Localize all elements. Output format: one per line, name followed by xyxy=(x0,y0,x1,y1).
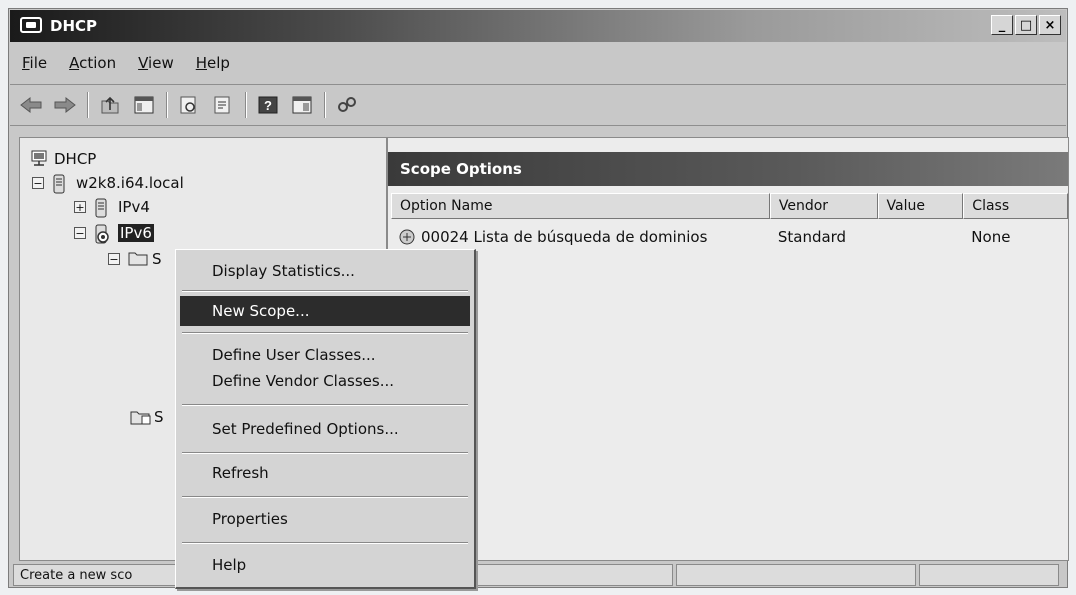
menu-help[interactable]: Help xyxy=(196,54,230,72)
cell-option-name: 00024 Lista de búsqueda de dominios xyxy=(391,228,770,246)
menu-item-new-scope[interactable]: New Scope... xyxy=(180,296,470,326)
close-button[interactable]: × xyxy=(1039,15,1061,35)
toolbar-separator xyxy=(324,92,326,118)
window-controls: _ □ × xyxy=(991,15,1061,35)
status-segment-2 xyxy=(676,564,916,586)
toolbar-separator xyxy=(87,92,89,118)
column-header-class[interactable]: Class xyxy=(963,193,1068,219)
minimize-button[interactable]: _ xyxy=(991,15,1013,35)
back-arrow-icon[interactable] xyxy=(18,92,44,118)
console-tree-icon[interactable] xyxy=(131,92,157,118)
connect-server-icon[interactable] xyxy=(334,92,360,118)
dhcp-root-icon xyxy=(30,150,48,168)
list-header: Option Name Vendor Value Class xyxy=(391,193,1068,219)
pane-header: Scope Options xyxy=(388,152,1068,186)
collapse-icon[interactable]: − xyxy=(108,253,120,265)
cell-vendor: Standard xyxy=(777,228,847,246)
toolbar-separator xyxy=(245,92,247,118)
menu-separator xyxy=(182,542,468,544)
menu-item-help[interactable]: Help xyxy=(180,550,470,580)
ipv4-server-icon xyxy=(94,198,112,218)
option-icon xyxy=(397,228,417,246)
status-segment-3 xyxy=(919,564,1059,586)
menu-separator xyxy=(182,496,468,498)
action-pane-icon[interactable] xyxy=(289,92,315,118)
menu-file[interactable]: File xyxy=(22,54,47,72)
dhcp-app-icon xyxy=(20,17,42,33)
menu-item-display-statistics[interactable]: Display Statistics... xyxy=(180,256,470,286)
window-title: DHCP xyxy=(50,17,98,35)
menu-separator xyxy=(182,452,468,454)
table-row[interactable]: 00024 Lista de búsqueda de dominios Stan… xyxy=(391,224,1068,250)
menu-bar: File Action View Help xyxy=(10,42,1066,85)
details-pane: Scope Options Option Name Vendor Value C… xyxy=(387,137,1069,561)
tree-label-partial: S xyxy=(154,408,164,426)
column-header-vendor[interactable]: Vendor xyxy=(769,193,878,219)
tree-label: DHCP xyxy=(54,150,97,168)
menu-item-properties[interactable]: Properties xyxy=(180,504,470,534)
menu-view[interactable]: View xyxy=(138,54,174,72)
menu-item-define-vendor-classes[interactable]: Define Vendor Classes... xyxy=(180,366,470,396)
dhcp-window: DHCP _ □ × File Action View Help ? DHCP … xyxy=(8,8,1069,589)
folder-options-icon xyxy=(130,408,151,426)
tree-item-server-options[interactable]: S xyxy=(130,406,164,428)
title-bar[interactable]: DHCP _ □ × xyxy=(10,10,1066,42)
cell-class: None xyxy=(971,228,1011,246)
toolbar-separator xyxy=(166,92,168,118)
help-icon[interactable]: ? xyxy=(255,92,281,118)
tree-label-selected: IPv6 xyxy=(118,224,154,242)
expand-icon[interactable]: + xyxy=(74,201,86,213)
export-list-icon[interactable] xyxy=(176,92,202,118)
forward-arrow-icon[interactable] xyxy=(52,92,78,118)
tree-label: w2k8.i64.local xyxy=(76,174,184,192)
option-name-text: 00024 Lista de búsqueda de dominios xyxy=(421,228,708,246)
properties-icon[interactable] xyxy=(210,92,236,118)
column-header-option-name[interactable]: Option Name xyxy=(391,193,770,219)
tree-label-partial: S xyxy=(152,250,162,268)
toolbar: ? xyxy=(10,85,1066,126)
server-icon xyxy=(52,174,70,194)
tree-item-scope[interactable]: − S xyxy=(108,248,162,270)
svg-text:?: ? xyxy=(264,98,272,113)
tree-item-ipv4[interactable]: + IPv4 xyxy=(74,196,150,218)
context-menu: Display Statistics... New Scope... Defin… xyxy=(175,249,476,589)
menu-separator xyxy=(182,332,468,334)
collapse-icon[interactable]: − xyxy=(32,177,44,189)
menu-item-set-predefined-options[interactable]: Set Predefined Options... xyxy=(180,414,470,444)
tree-item-server[interactable]: − w2k8.i64.local xyxy=(32,172,184,194)
tree-item-dhcp[interactable]: DHCP xyxy=(30,148,96,170)
status-bar: Create a new sco xyxy=(10,564,1066,588)
folder-icon xyxy=(128,250,148,268)
ipv6-server-icon xyxy=(94,224,112,244)
column-header-value[interactable]: Value xyxy=(877,193,964,219)
maximize-button[interactable]: □ xyxy=(1015,15,1037,35)
up-folder-icon[interactable] xyxy=(97,92,123,118)
menu-action[interactable]: Action xyxy=(69,54,116,72)
tree-item-ipv6[interactable]: − IPv6 xyxy=(74,222,154,244)
tree-label: IPv4 xyxy=(118,198,150,216)
menu-item-refresh[interactable]: Refresh xyxy=(180,458,470,488)
menu-separator xyxy=(182,404,468,406)
collapse-icon[interactable]: − xyxy=(74,227,86,239)
menu-separator xyxy=(182,290,468,292)
